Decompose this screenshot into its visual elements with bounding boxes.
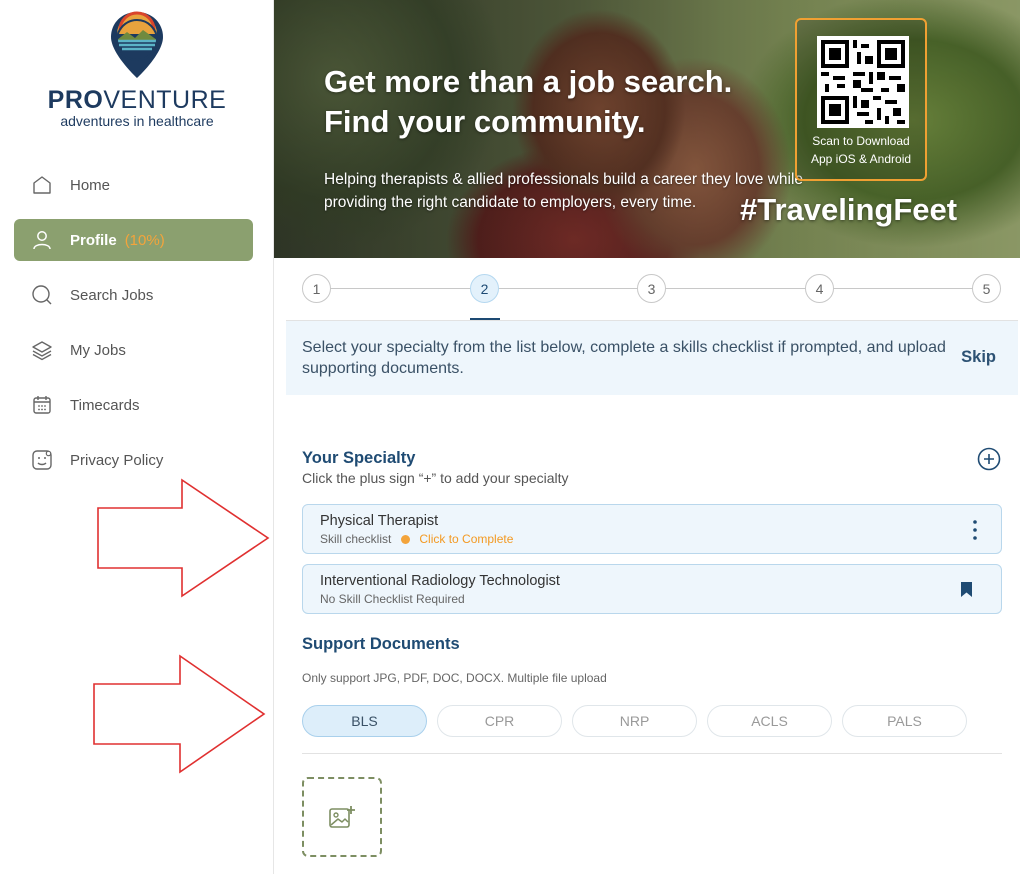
annotation-arrow-right-icon	[93, 654, 266, 774]
specialty-status: Skill checklist Click to Complete	[320, 532, 514, 546]
doc-tab-cpr[interactable]: CPR	[437, 705, 562, 737]
search-icon	[30, 283, 54, 307]
profile-completion-badge: (10%)	[124, 231, 165, 249]
sidebar-item-timecards[interactable]: Timecards	[14, 384, 253, 426]
doc-tab-nrp[interactable]: NRP	[572, 705, 697, 737]
sidebar-item-label: My Jobs	[70, 341, 126, 359]
step-5[interactable]: 5	[972, 274, 1001, 303]
qr-caption: Scan to Download App iOS & Android	[810, 134, 912, 166]
documents-title: Support Documents	[302, 635, 460, 653]
step-4[interactable]: 4	[805, 274, 834, 303]
calendar-icon	[30, 393, 54, 417]
more-options-icon[interactable]	[969, 518, 981, 542]
complete-checklist-link[interactable]: Click to Complete	[419, 532, 513, 546]
sidebar-item-home[interactable]: Home	[14, 164, 253, 206]
sidebar-item-label: Search Jobs	[70, 286, 154, 304]
sidebar-item-profile[interactable]: Profile (10%)	[14, 219, 253, 261]
sidebar-item-label: Timecards	[70, 396, 140, 414]
add-image-icon	[329, 806, 355, 828]
sidebar-item-my-jobs[interactable]: My Jobs	[14, 329, 253, 371]
doc-tab-acls[interactable]: ACLS	[707, 705, 832, 737]
brand-tagline: adventures in healthcare	[60, 113, 214, 129]
skip-button[interactable]: Skip	[961, 348, 996, 367]
specialty-status: No Skill Checklist Required	[320, 592, 465, 606]
instruction-box: Select your specialty from the list belo…	[286, 321, 1018, 395]
home-icon	[30, 173, 54, 197]
documents-divider	[302, 753, 1002, 754]
progress-stepper: 1 2 3 4 5	[300, 272, 1002, 320]
banner-hashtag: #TravelingFeet	[740, 192, 958, 227]
annotation-arrow-right-icon	[97, 478, 270, 598]
sidebar-item-search-jobs[interactable]: Search Jobs	[14, 274, 253, 316]
pending-dot-icon	[401, 534, 411, 544]
specialty-name: Interventional Radiology Technologist	[320, 573, 560, 589]
doc-tab-bls[interactable]: BLS	[302, 705, 427, 737]
specialty-name: Physical Therapist	[320, 513, 439, 529]
specialty-card-ir-technologist[interactable]: Interventional Radiology Technologist No…	[302, 564, 1002, 614]
sidebar-item-privacy-policy[interactable]: Privacy Policy	[14, 439, 253, 481]
sidebar-item-label: Privacy Policy	[70, 451, 164, 469]
upload-document-button[interactable]	[302, 777, 382, 857]
banner-title: Get more than a job search. Find your co…	[324, 64, 733, 139]
user-icon	[30, 228, 54, 252]
app-download-qr[interactable]: Scan to Download App iOS & Android	[795, 18, 927, 181]
add-specialty-button[interactable]	[977, 447, 1001, 471]
step-2[interactable]: 2	[470, 274, 499, 303]
doc-tab-pals[interactable]: PALS	[842, 705, 967, 737]
specialty-card-physical-therapist[interactable]: Physical Therapist Skill checklist Click…	[302, 504, 1002, 554]
brand-logo[interactable]: PROVENTURE adventures in healthcare	[0, 10, 274, 129]
instruction-text: Select your specialty from the list belo…	[302, 339, 946, 377]
layers-icon	[30, 338, 54, 362]
step-1[interactable]: 1	[302, 274, 331, 303]
sidebar-nav: Home Profile (10%) Search Jobs My Jobs T…	[14, 164, 253, 494]
privacy-icon	[30, 448, 54, 472]
step-3[interactable]: 3	[637, 274, 666, 303]
brand-name: PROVENTURE	[47, 86, 227, 114]
documents-note: Only support JPG, PDF, DOC, DOCX. Multip…	[302, 671, 607, 685]
promo-banner: Get more than a job search. Find your co…	[274, 0, 1020, 258]
sidebar-item-label: Profile	[70, 231, 117, 249]
logo-pin-icon	[111, 11, 163, 78]
specialty-hint: Click the plus sign “+” to add your spec…	[302, 470, 569, 486]
sidebar-item-label: Home	[70, 176, 111, 194]
bookmark-icon[interactable]	[960, 581, 973, 598]
specialty-title: Your Specialty	[302, 449, 416, 467]
qr-code-icon	[817, 36, 909, 128]
